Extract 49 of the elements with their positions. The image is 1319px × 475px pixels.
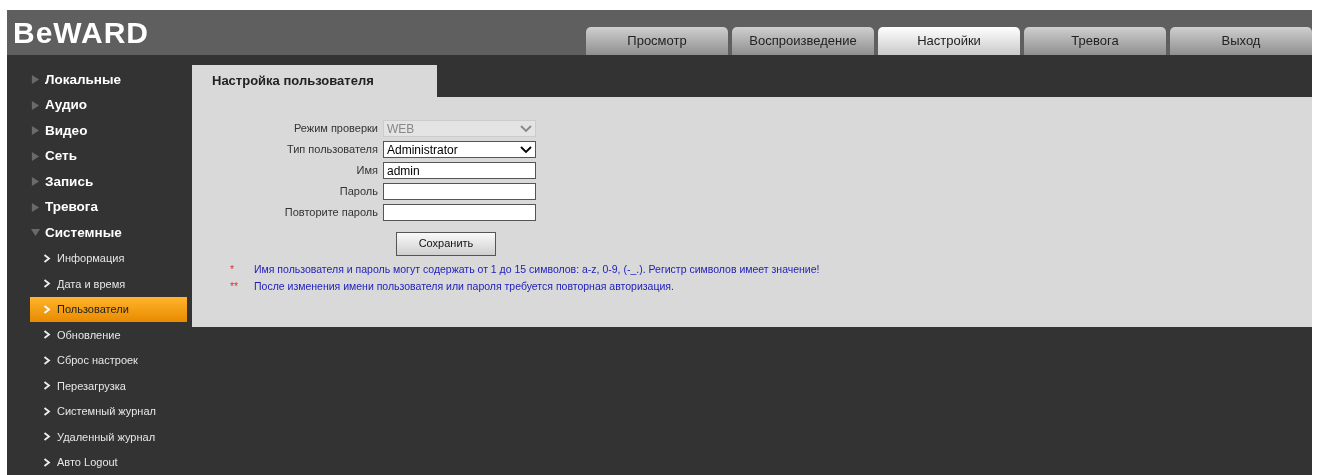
- sidebar-item[interactable]: Системные: [7, 220, 187, 246]
- sidebar-item[interactable]: Аудио: [7, 92, 187, 118]
- input-field[interactable]: [383, 204, 536, 221]
- chevron-right-icon: [43, 457, 51, 467]
- sidebar-item[interactable]: Локальные: [7, 67, 187, 93]
- nav-tab[interactable]: Настройки: [878, 27, 1020, 55]
- nav-tab[interactable]: Выход: [1170, 27, 1312, 55]
- input-field[interactable]: admin: [383, 162, 536, 179]
- input-field[interactable]: [383, 183, 536, 200]
- chevron-right-icon: [43, 381, 51, 391]
- field-label: Пароль: [338, 184, 379, 200]
- nav-tab[interactable]: Тревога: [1024, 27, 1166, 55]
- sidebar-subitem[interactable]: Пользователи: [30, 296, 187, 322]
- note-text: После изменения имени пользователя или пароля требуется повторная авторизация.: [254, 279, 674, 295]
- save-button[interactable]: Сохранить: [396, 231, 496, 256]
- dropdown: WEB: [383, 120, 536, 137]
- sidebar-item[interactable]: Сеть: [7, 143, 187, 169]
- sidebar-item[interactable]: Запись: [7, 169, 187, 195]
- field-label: Тип пользователя: [285, 142, 379, 158]
- chevron-right-icon: [43, 355, 51, 365]
- panel-tab[interactable]: Настройка пользователя: [192, 65, 437, 97]
- sidebar-subitem[interactable]: Сброс настроек: [7, 347, 187, 373]
- logo: BeWARD: [12, 17, 149, 48]
- sidebar-subitem[interactable]: Авто Logout: [7, 449, 187, 475]
- note-text: Имя пользователя и пароль могут содержать от 1 до 15 символов: a-z, 0-9, (-_.). Регистр символов имеет значение!: [254, 262, 820, 278]
- chevron-right-icon: [43, 279, 51, 289]
- sidebar-subitem[interactable]: Системный журнал: [7, 398, 187, 424]
- sidebar-item[interactable]: Тревога: [7, 194, 187, 220]
- sidebar-subitem[interactable]: Дата и время: [7, 271, 187, 297]
- field-label: Режим проверки: [292, 121, 379, 137]
- chevron-right-icon: [43, 330, 51, 340]
- sidebar-subitem[interactable]: Перезагрузка: [7, 373, 187, 399]
- chevron-right-icon: [43, 432, 51, 442]
- chevron-right-icon: [43, 406, 51, 416]
- chevron-right-icon: [43, 304, 51, 314]
- note-marker: **: [230, 279, 240, 295]
- chevron-down-icon: [520, 124, 532, 133]
- dropdown[interactable]: Administrator: [383, 141, 536, 158]
- nav-tab[interactable]: Просмотр: [586, 27, 728, 55]
- sidebar-subitem[interactable]: Обновление: [7, 322, 187, 348]
- field-label: Имя: [355, 163, 379, 179]
- nav-tab[interactable]: Воспроизведение: [732, 27, 874, 55]
- sidebar-subitem[interactable]: Информация: [7, 245, 187, 271]
- sidebar-subitem[interactable]: Удаленный журнал: [7, 424, 187, 450]
- chevron-right-icon: [43, 253, 51, 263]
- field-label: Повторите пароль: [283, 205, 379, 221]
- sidebar-item[interactable]: Видео: [7, 118, 187, 144]
- chevron-down-icon: [520, 145, 532, 154]
- note-marker: *: [230, 262, 236, 278]
